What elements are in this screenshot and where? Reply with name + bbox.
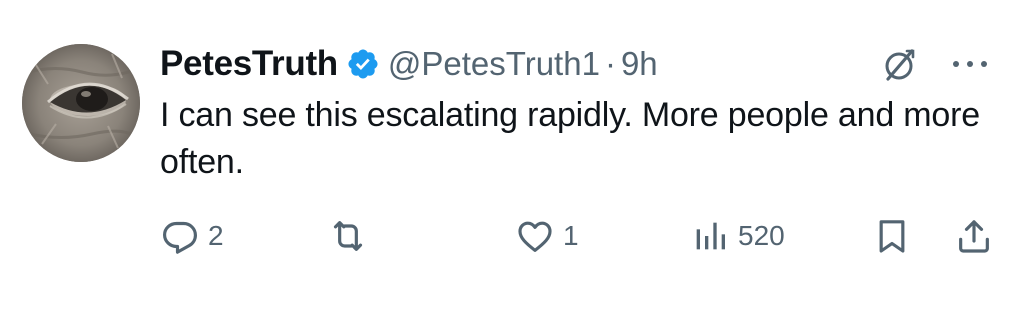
bookmark-icon — [872, 216, 912, 256]
retweet-icon — [328, 216, 368, 256]
grok-icon[interactable] — [880, 46, 918, 84]
verified-badge-icon[interactable] — [346, 47, 380, 81]
reply-count: 2 — [208, 220, 224, 251]
share-icon — [954, 216, 994, 256]
views-button[interactable]: 520 — [690, 212, 785, 260]
avatar[interactable] — [22, 44, 140, 162]
tweet-header: PetesTruth @PetesTruth1 · 9h — [160, 42, 658, 86]
retweet-button[interactable] — [328, 212, 376, 260]
display-name[interactable]: PetesTruth — [160, 44, 338, 84]
views-icon — [690, 216, 730, 256]
separator-dot: · — [604, 45, 616, 82]
share-button[interactable] — [954, 212, 994, 260]
tweet-text: I can see this escalating rapidly. More … — [160, 96, 980, 181]
bookmark-button[interactable] — [872, 212, 912, 260]
reply-button[interactable]: 2 — [160, 212, 224, 260]
avatar-eye-image — [22, 44, 140, 162]
more-options-icon[interactable] — [948, 54, 992, 74]
heart-icon — [515, 216, 555, 256]
timestamp[interactable]: 9h — [621, 45, 658, 83]
user-handle[interactable]: @PetesTruth1 — [388, 45, 600, 83]
views-count: 520 — [738, 220, 785, 251]
like-button[interactable]: 1 — [515, 212, 579, 260]
tweet-actions: 2 1 520 — [160, 212, 1000, 260]
like-count: 1 — [563, 220, 579, 251]
tweet-card[interactable]: PetesTruth @PetesTruth1 · 9h I can see t… — [0, 0, 1024, 324]
reply-icon — [160, 216, 200, 256]
